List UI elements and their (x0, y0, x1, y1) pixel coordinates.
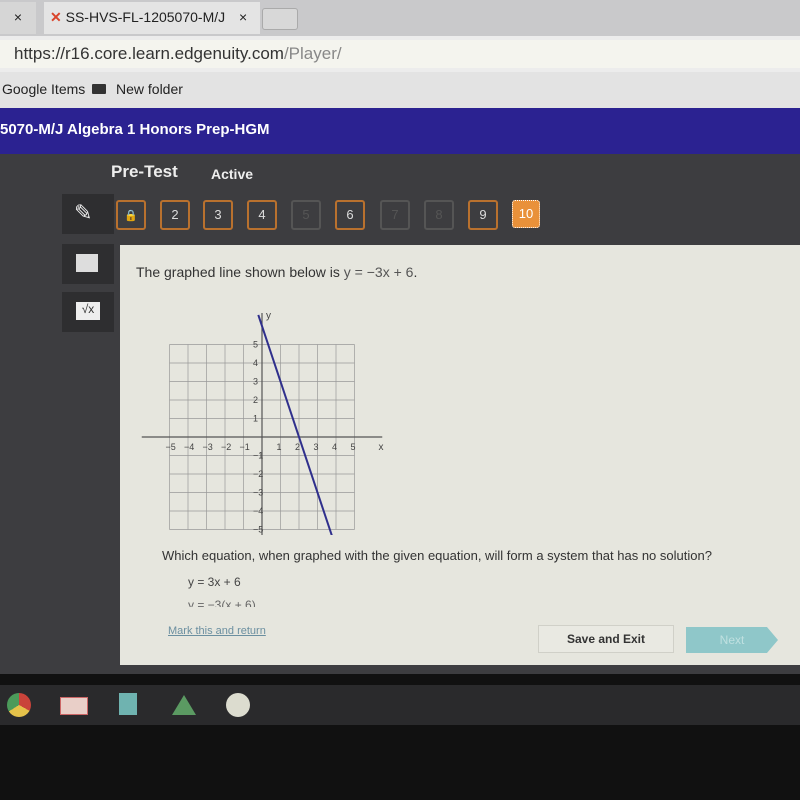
close-icon[interactable]: × (14, 9, 22, 25)
url-host: https://r16.core.learn.edgenuity.com (14, 44, 284, 63)
formula-tool[interactable]: √x (62, 292, 114, 332)
play-store-icon[interactable] (226, 693, 250, 717)
course-title: 5070-M/J Algebra 1 Honors Prep-HGM (0, 121, 270, 138)
y-tick-label: 4 (253, 358, 258, 368)
edgenuity-logo-icon: ✕ (50, 9, 62, 25)
x-tick-label: 2 (295, 442, 300, 452)
course-header: 5070-M/J Algebra 1 Honors Prep-HGM (0, 108, 800, 154)
taskbar (0, 685, 800, 725)
tab-bar: × ✕ SS-HVS-FL-1205070-M/J × (0, 0, 800, 36)
y-tick-label: 3 (253, 377, 258, 387)
x-tick-label: 4 (332, 442, 337, 452)
x-tick-label: 3 (314, 442, 319, 452)
question-8-button: 8 (424, 200, 454, 230)
bookmark-new-folder[interactable]: New folder (116, 72, 183, 106)
save-and-exit-button[interactable]: Save and Exit (538, 625, 674, 653)
y-axis-label: y (266, 311, 271, 322)
x-tick-label: −5 (166, 442, 176, 452)
question-4-button[interactable]: 4 (247, 200, 277, 230)
x-axis-label: x (379, 442, 384, 453)
answer-option-2[interactable]: y = −3(x + 6) (188, 598, 256, 607)
y-tick-label: 5 (253, 340, 258, 350)
question-1-button[interactable]: 🔒 (116, 200, 146, 230)
y-tick-label: −5 (253, 525, 263, 535)
activity-status: Active (211, 166, 254, 182)
x-tick-label: 1 (277, 442, 282, 452)
prompt-text: The graphed line shown below is (136, 264, 344, 280)
y-tick-label: −3 (253, 488, 263, 498)
tab-active[interactable]: ✕ SS-HVS-FL-1205070-M/J × (44, 2, 260, 34)
pencil-tool[interactable]: ✎ (62, 194, 114, 234)
answer-option-1[interactable]: y = 3x + 6 (188, 575, 241, 589)
question-text: Which equation, when graphed with the gi… (162, 548, 712, 563)
question-5-button: 5 (291, 200, 321, 230)
question-prompt: The graphed line shown below is y = −3x … (136, 264, 417, 280)
question-3-button[interactable]: 3 (203, 200, 233, 230)
period: . (413, 264, 418, 280)
url-path: /Player/ (283, 44, 342, 63)
coordinate-graph: −5 −4 −3 −2 −1 1 2 3 4 5 5 4 3 2 1 −1 −2 −3 −4 −5 x y (141, 311, 384, 535)
question-10-button[interactable]: 10 (512, 200, 540, 228)
question-7-button: 7 (380, 200, 410, 230)
x-tick-label: 5 (351, 442, 356, 452)
tab-title: SS-HVS-FL-1205070-M/J (65, 9, 226, 25)
square-root-icon: √x (76, 302, 100, 320)
calculator-icon (76, 254, 98, 272)
bookmark-google-items[interactable]: Google Items (2, 72, 85, 106)
x-tick-label: −1 (240, 442, 250, 452)
docs-icon[interactable] (119, 693, 137, 715)
y-tick-label: 1 (253, 414, 258, 424)
question-9-button[interactable]: 9 (468, 200, 498, 230)
chrome-icon[interactable] (7, 693, 31, 717)
activity-type: Pre-Test (111, 162, 178, 181)
question-2-button[interactable]: 2 (160, 200, 190, 230)
y-tick-label: −1 (253, 451, 263, 461)
address-bar[interactable]: https://r16.core.learn.edgenuity.com/Pla… (0, 40, 800, 68)
x-tick-label: −3 (203, 442, 213, 452)
drive-icon[interactable] (172, 695, 196, 715)
x-tick-label: −2 (221, 442, 231, 452)
tab-previous[interactable]: × (0, 2, 36, 34)
lock-icon: 🔒 (124, 210, 138, 222)
folder-icon (92, 84, 106, 94)
mark-and-return-link[interactable]: Mark this and return (168, 625, 266, 637)
bookmarks-bar: Google Items New folder (0, 72, 800, 108)
next-button[interactable]: Next (686, 627, 778, 653)
x-tick-label: −4 (184, 442, 194, 452)
pencil-icon: ✎ (74, 200, 93, 225)
y-tick-label: −4 (253, 506, 263, 516)
calculator-tool[interactable] (62, 244, 114, 284)
y-tick-label: 2 (253, 395, 258, 405)
y-tick-label: −2 (253, 469, 263, 479)
gmail-icon[interactable] (60, 697, 88, 715)
given-equation: y = −3x + 6 (343, 264, 414, 280)
question-6-button[interactable]: 6 (335, 200, 365, 230)
close-icon[interactable]: × (239, 9, 247, 25)
new-tab-button[interactable] (262, 8, 298, 30)
